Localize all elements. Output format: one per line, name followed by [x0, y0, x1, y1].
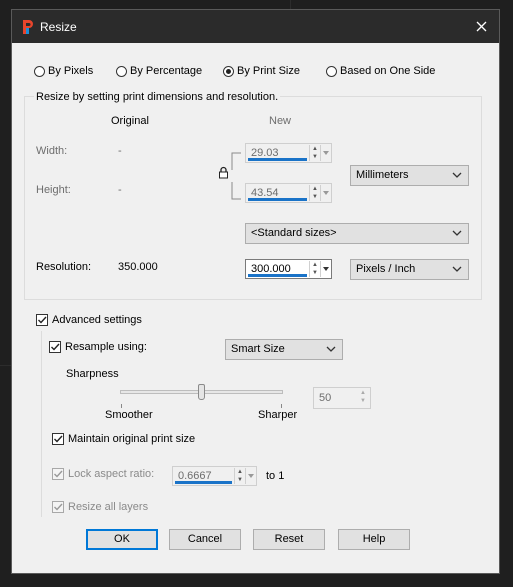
radio-by-percentage[interactable]: By Percentage [116, 65, 202, 77]
resolution-units-select[interactable]: Pixels / Inch [350, 259, 469, 280]
background-divider [0, 365, 12, 366]
radio-by-pixels[interactable]: By Pixels [34, 65, 93, 77]
width-dropdown-arrow[interactable] [320, 145, 331, 161]
sharpness-value-input[interactable]: 50 ▲ ▼ [313, 387, 371, 409]
radio-based-on-one-side[interactable]: Based on One Side [326, 65, 435, 77]
checkbox-indicator [52, 468, 64, 480]
reset-button[interactable]: Reset [253, 529, 325, 550]
resize-dialog: Resize By Pixels By Percentage By Print … [12, 10, 499, 573]
height-spin-arrows[interactable]: ▲ ▼ [309, 185, 320, 201]
smoother-label: Smoother [105, 409, 153, 421]
resample-checkbox[interactable]: Resample using: [49, 341, 147, 353]
standard-sizes-select[interactable]: <Standard sizes> [245, 223, 469, 244]
chevron-down-icon [452, 172, 462, 178]
window-title: Resize [40, 20, 77, 34]
chevron-down-icon [326, 346, 336, 352]
radio-indicator [223, 65, 234, 77]
radio-indicator [326, 65, 337, 77]
radio-indicator [116, 65, 127, 77]
value-bar [248, 274, 307, 277]
radio-indicator [34, 65, 45, 77]
ratio-spin-arrows[interactable]: ▲ ▼ [234, 468, 245, 484]
resolution-dropdown-arrow[interactable] [320, 261, 331, 277]
slider-tick [281, 404, 282, 408]
checkbox-indicator [36, 314, 48, 326]
original-column-header: Original [111, 115, 149, 127]
checkbox-indicator [52, 433, 64, 445]
new-column-header: New [269, 115, 292, 127]
close-icon [476, 21, 486, 32]
resolution-spin-arrows[interactable]: ▲ ▼ [309, 261, 320, 277]
ratio-dropdown-arrow[interactable] [245, 468, 256, 484]
width-spin-arrows[interactable]: ▲ ▼ [309, 145, 320, 161]
width-label: Width: [36, 145, 68, 157]
units-select[interactable]: Millimeters [350, 165, 469, 186]
advanced-indent-line [41, 331, 42, 517]
resample-method-select[interactable]: Smart Size [225, 339, 343, 360]
value-bar [248, 158, 307, 161]
chevron-down-icon [452, 266, 462, 272]
advanced-settings-checkbox[interactable]: Advanced settings [36, 314, 142, 326]
height-dropdown-arrow[interactable] [320, 185, 331, 201]
aspect-ratio-input[interactable]: 0.6667 ▲ ▼ [172, 466, 257, 486]
checkbox-indicator [49, 341, 61, 353]
lock-icon[interactable] [218, 166, 229, 179]
width-new-input[interactable]: 29.03 ▲ ▼ [245, 143, 332, 163]
help-button[interactable]: Help [338, 529, 410, 550]
height-label: Height: [36, 184, 71, 196]
chevron-down-icon [452, 230, 462, 236]
resolution-input[interactable]: 300.000 ▲ ▼ [245, 259, 332, 279]
radio-by-print-size[interactable]: By Print Size [223, 65, 300, 77]
value-bar [248, 198, 307, 201]
lock-aspect-ratio-checkbox[interactable]: Lock aspect ratio: [52, 468, 154, 480]
height-new-input[interactable]: 43.54 ▲ ▼ [245, 183, 332, 203]
resize-all-layers-checkbox[interactable]: Resize all layers [52, 501, 148, 513]
checkbox-indicator [52, 501, 64, 513]
paintshop-app-icon [23, 20, 33, 34]
title-bar[interactable]: Resize [12, 10, 499, 43]
width-original-value: - [118, 145, 122, 157]
slider-tick [121, 404, 122, 408]
print-group-caption: Resize by setting print dimensions and r… [34, 91, 281, 103]
sharpness-label: Sharpness [66, 368, 119, 380]
sharpness-slider-thumb[interactable] [198, 384, 205, 400]
maintain-print-size-checkbox[interactable]: Maintain original print size [52, 433, 195, 445]
resolution-original-value: 350.000 [118, 261, 158, 273]
resolution-label: Resolution: [36, 261, 92, 273]
sharpness-spin-arrows[interactable]: ▲ ▼ [358, 389, 368, 405]
value-bar [175, 481, 232, 484]
close-button[interactable] [463, 10, 499, 43]
height-original-value: - [118, 184, 122, 196]
sharper-label: Sharper [258, 409, 298, 421]
ok-button[interactable]: OK [86, 529, 158, 550]
ratio-suffix-label: to 1 [266, 470, 285, 482]
cancel-button[interactable]: Cancel [169, 529, 241, 550]
